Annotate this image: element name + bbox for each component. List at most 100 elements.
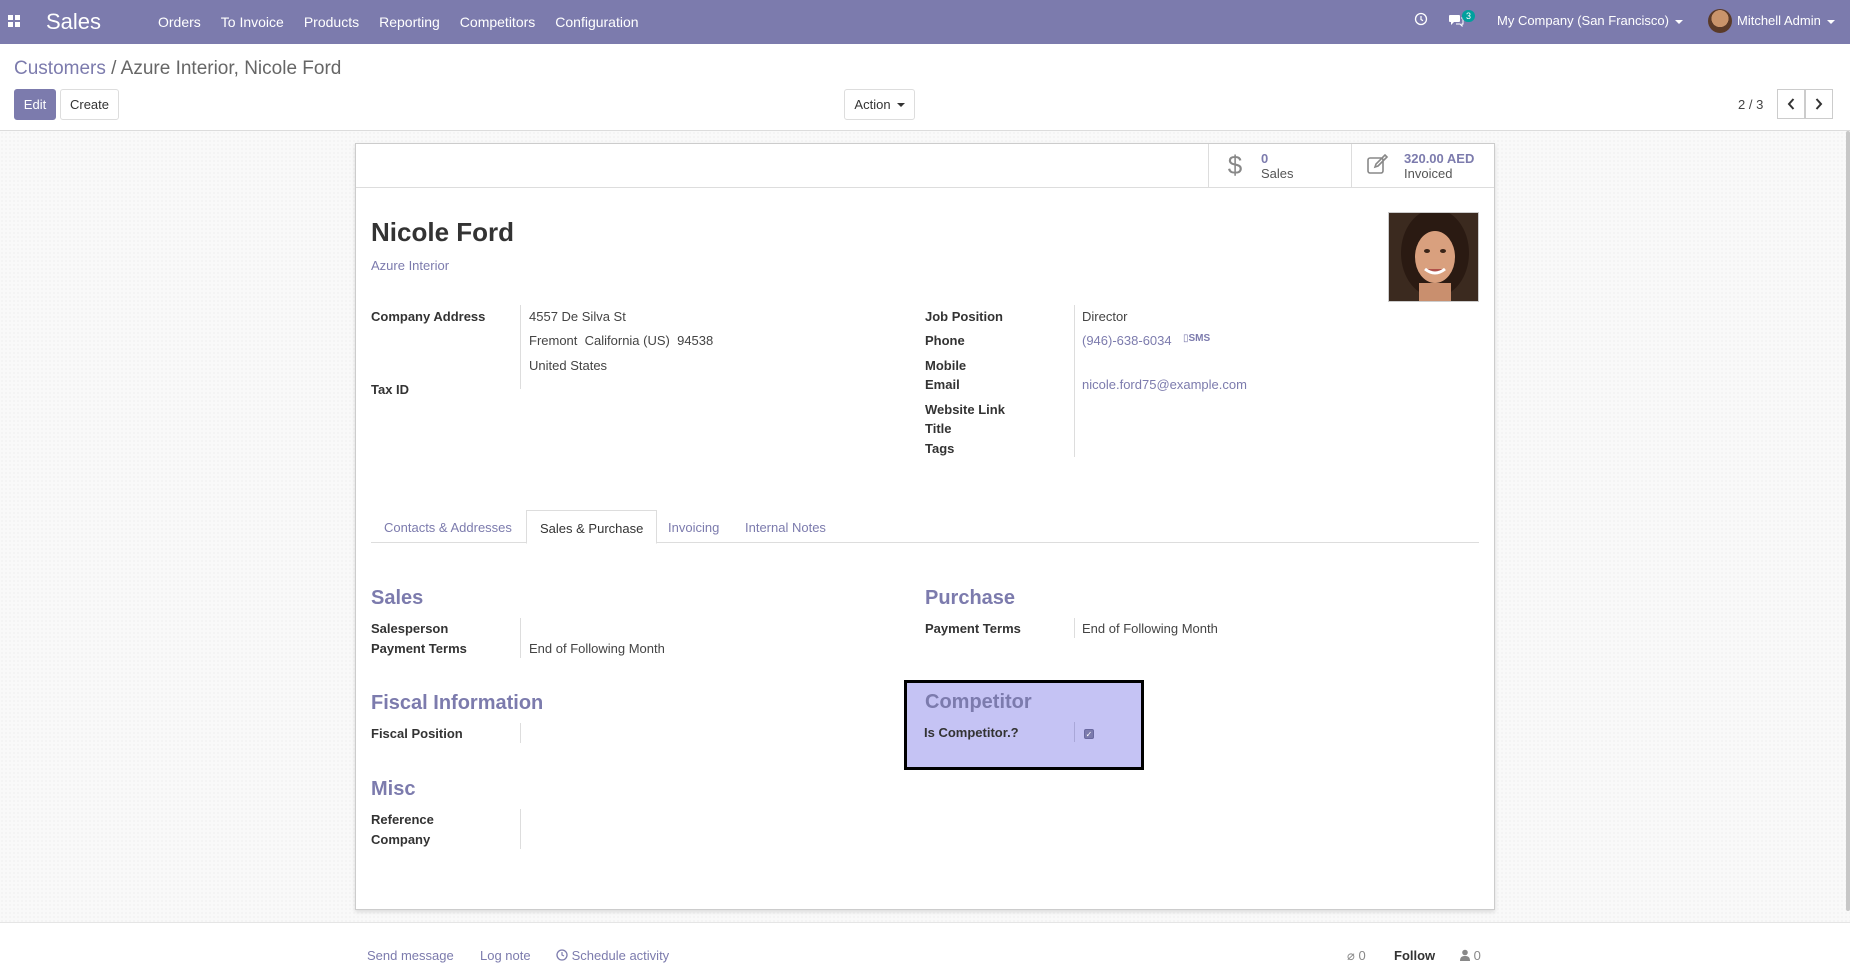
misc-group-title: Misc bbox=[371, 778, 416, 800]
tax-id-label: Tax ID bbox=[371, 382, 410, 397]
phone-link[interactable]: (946)-638-6034 bbox=[1082, 333, 1172, 348]
breadcrumb-current: Azure Interior, Nicole Ford bbox=[120, 58, 342, 79]
schedule-activity-button[interactable]: Schedule activity bbox=[556, 948, 669, 963]
parent-company-link[interactable]: Azure Interior bbox=[371, 258, 449, 273]
company-name: My Company (San Francisco) bbox=[1497, 13, 1669, 28]
user-avatar[interactable] bbox=[1708, 9, 1732, 33]
app-name[interactable]: Sales bbox=[46, 9, 101, 35]
menu-competitors[interactable]: Competitors bbox=[460, 14, 535, 30]
sales-count: 0 bbox=[1261, 150, 1269, 166]
pager-value[interactable]: 2 / 3 bbox=[1738, 97, 1763, 112]
pager-previous-button[interactable] bbox=[1777, 89, 1805, 119]
sms-button[interactable]: ▯SMS bbox=[1183, 333, 1210, 344]
job-position-label: Job Position bbox=[925, 309, 1003, 324]
company-address-label: Company Address bbox=[371, 309, 486, 324]
chevron-right-icon bbox=[1815, 98, 1823, 110]
edit-button[interactable]: Edit bbox=[14, 89, 56, 120]
followers-count: 0 bbox=[1473, 948, 1481, 963]
create-button[interactable]: Create bbox=[60, 89, 119, 120]
email-link[interactable]: nicole.ford75@example.com bbox=[1082, 377, 1247, 392]
purchase-payment-terms-label: Payment Terms bbox=[925, 621, 1021, 636]
dollar-icon: $ bbox=[1227, 150, 1243, 180]
is-competitor-label: Is Competitor.? bbox=[924, 725, 1019, 740]
field-separator bbox=[520, 618, 521, 658]
field-separator bbox=[1074, 305, 1075, 457]
address-street: 4557 De Silva St bbox=[529, 309, 626, 324]
sales-smart-button[interactable]: $ 0 Sales bbox=[1208, 144, 1351, 188]
email-label: Email bbox=[925, 377, 960, 392]
notebook-tabs: Contacts & Addresses Sales & Purchase In… bbox=[371, 510, 1479, 544]
job-position-value: Director bbox=[1082, 309, 1128, 324]
chevron-down-icon bbox=[1826, 19, 1835, 24]
field-separator bbox=[1074, 722, 1075, 742]
user-name: Mitchell Admin bbox=[1737, 13, 1821, 28]
paperclip-icon: ⌀ bbox=[1347, 948, 1355, 963]
menu-products[interactable]: Products bbox=[304, 14, 359, 30]
company-label: Company bbox=[371, 832, 431, 847]
menu-to-invoice[interactable]: To Invoice bbox=[221, 14, 284, 30]
invoiced-label: Invoiced bbox=[1404, 165, 1453, 181]
invoiced-amount: 320.00 AED bbox=[1404, 150, 1475, 166]
chevron-down-icon bbox=[896, 102, 905, 107]
menu-orders[interactable]: Orders bbox=[158, 14, 201, 30]
follow-button[interactable]: Follow bbox=[1394, 948, 1435, 963]
field-separator bbox=[520, 723, 521, 743]
field-separator bbox=[520, 305, 521, 389]
chevron-left-icon bbox=[1787, 98, 1795, 110]
user-menu[interactable]: Mitchell Admin bbox=[1737, 13, 1835, 28]
vertical-scrollbar[interactable] bbox=[1846, 131, 1850, 911]
action-dropdown[interactable]: Action bbox=[844, 89, 915, 120]
main-menu: Orders To Invoice Products Reporting Com… bbox=[158, 14, 659, 30]
purchase-payment-terms-value: End of Following Month bbox=[1082, 621, 1218, 636]
partner-photo[interactable] bbox=[1388, 212, 1479, 302]
website-link-label: Website Link bbox=[925, 402, 1005, 417]
sales-group-title: Sales bbox=[371, 587, 424, 609]
sales-payment-terms-label: Payment Terms bbox=[371, 641, 467, 656]
company-switcher[interactable]: My Company (San Francisco) bbox=[1497, 13, 1683, 28]
reference-label: Reference bbox=[371, 812, 434, 827]
chevron-down-icon bbox=[1674, 19, 1683, 24]
field-separator bbox=[1074, 618, 1075, 638]
form-sheet: $ 0 Sales 320.00 AED Invoiced Nicole For… bbox=[355, 143, 1495, 910]
mobile-label: Mobile bbox=[925, 358, 967, 373]
send-message-button[interactable]: Send message bbox=[367, 948, 454, 963]
attachments-button[interactable]: ⌀ 0 bbox=[1347, 948, 1366, 964]
chatter-divider bbox=[0, 922, 1850, 923]
breadcrumb: Customers / Azure Interior, Nicole Ford bbox=[14, 58, 341, 80]
competitor-group-title: Competitor bbox=[925, 691, 1032, 713]
sales-label: Sales bbox=[1261, 165, 1294, 181]
activity-clock-icon[interactable] bbox=[1414, 12, 1428, 29]
is-competitor-checkbox[interactable]: ✓ bbox=[1084, 729, 1094, 739]
schedule-activity-label: Schedule activity bbox=[571, 948, 670, 963]
followers-button[interactable]: 0 bbox=[1460, 948, 1481, 963]
clock-icon bbox=[556, 949, 568, 961]
menu-configuration[interactable]: Configuration bbox=[555, 14, 638, 30]
menu-reporting[interactable]: Reporting bbox=[379, 14, 440, 30]
fiscal-group-title: Fiscal Information bbox=[371, 692, 544, 714]
tab-contacts-addresses[interactable]: Contacts & Addresses bbox=[371, 510, 525, 543]
tab-internal-notes[interactable]: Internal Notes bbox=[732, 510, 839, 543]
breadcrumb-customers[interactable]: Customers bbox=[14, 58, 106, 79]
tab-sales-purchase[interactable]: Sales & Purchase bbox=[526, 510, 658, 544]
pager-next-button[interactable] bbox=[1805, 89, 1833, 119]
apps-menu-icon[interactable] bbox=[8, 15, 21, 27]
phone-label: Phone bbox=[925, 333, 965, 348]
field-separator bbox=[520, 809, 521, 849]
tab-invoicing[interactable]: Invoicing bbox=[655, 510, 732, 543]
tags-label: Tags bbox=[925, 441, 955, 456]
user-icon bbox=[1460, 949, 1470, 961]
edit-icon bbox=[1366, 150, 1390, 181]
invoiced-smart-button[interactable]: 320.00 AED Invoiced bbox=[1351, 144, 1494, 188]
title-label: Title bbox=[925, 421, 952, 436]
fiscal-position-label: Fiscal Position bbox=[371, 726, 463, 741]
purchase-group-title: Purchase bbox=[925, 587, 1016, 609]
sms-label: SMS bbox=[1188, 333, 1211, 344]
log-note-button[interactable]: Log note bbox=[480, 948, 531, 963]
salesperson-label: Salesperson bbox=[371, 621, 449, 636]
breadcrumb-separator: / bbox=[111, 58, 117, 79]
address-city-line: Fremont California (US) 94538 bbox=[529, 333, 714, 348]
partner-name: Nicole Ford bbox=[371, 217, 515, 247]
button-box-divider bbox=[356, 187, 1209, 188]
messages-count-badge: 3 bbox=[1462, 10, 1476, 22]
smart-button-box: $ 0 Sales 320.00 AED Invoiced bbox=[1208, 144, 1494, 188]
